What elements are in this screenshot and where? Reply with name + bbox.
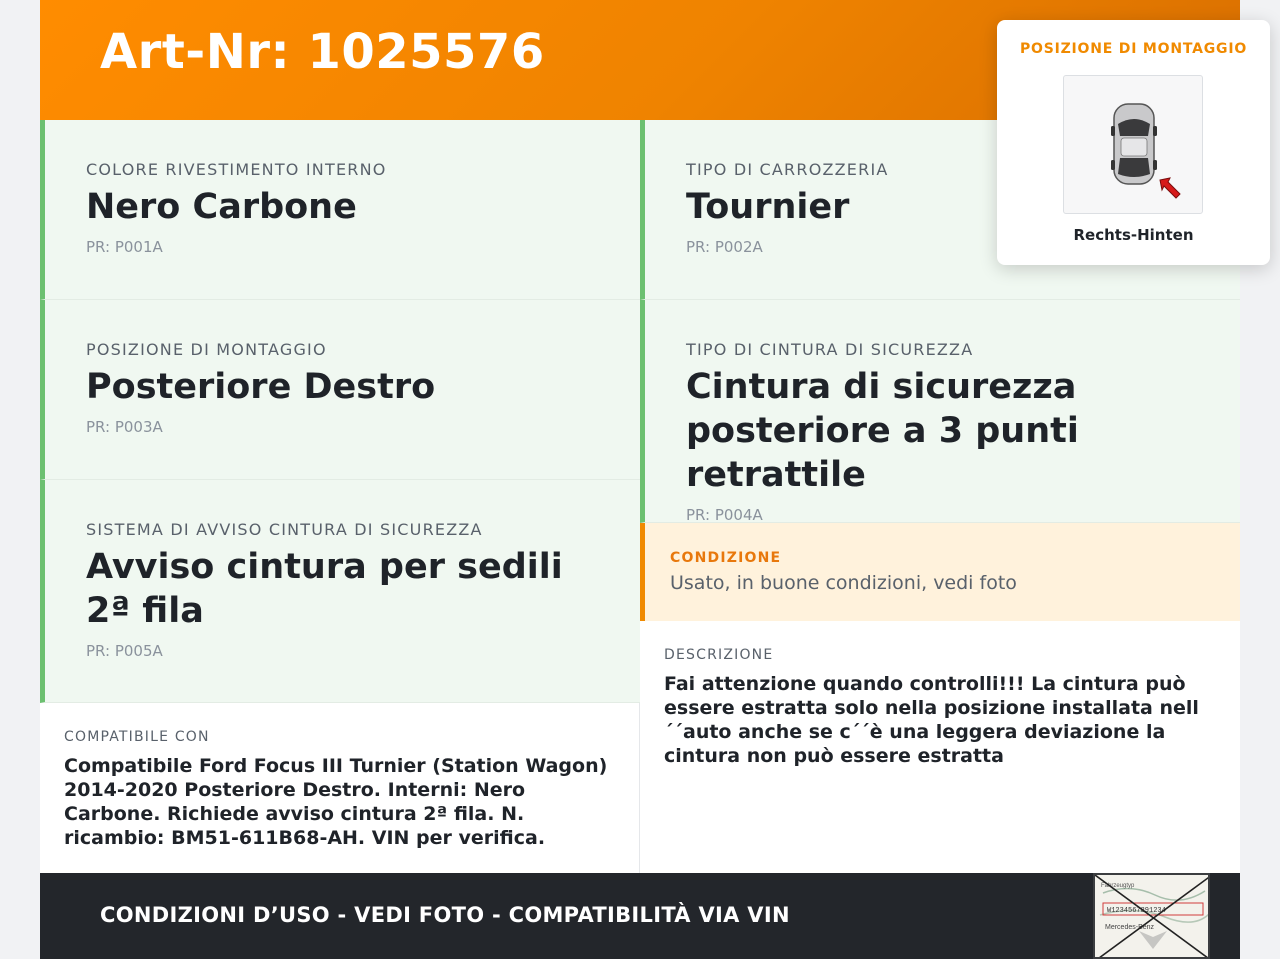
compatibility-text: Compatibile Ford Focus III Turnier (Stat…: [64, 755, 608, 849]
condition-box: CONDIZIONE Usato, in buone condizioni, v…: [640, 523, 1240, 621]
page: Art-Nr: 1025576 COLORE RIVESTIMENTO INTE…: [40, 0, 1270, 959]
description-label: DESCRIZIONE: [664, 647, 774, 663]
spec-seatbelt-type: TIPO DI CINTURA DI SICUREZZA Cintura di …: [640, 300, 1240, 524]
vin-label-image: Fahrzeugtyp W1234567891234 Mercedes-Benz: [1095, 875, 1208, 957]
spec-value: Avviso cintura per sedili 2ª fila: [86, 547, 563, 631]
vin-label-photo[interactable]: Fahrzeugtyp W1234567891234 Mercedes-Benz: [1093, 873, 1210, 959]
article-number-title: Art-Nr: 1025576: [100, 24, 545, 80]
car-position-image: [1063, 75, 1203, 214]
compatibility-box: COMPATIBILE CON Compatibile Ford Focus I…: [64, 729, 619, 850]
description-box: DESCRIZIONE Fai attenzione quando contro…: [664, 647, 1224, 768]
column-divider: [639, 703, 640, 873]
spec-pr-code: PR: P001A: [86, 238, 163, 256]
spec-value: Posteriore Destro: [86, 367, 436, 407]
popup-caption: Rechts-Hinten: [1073, 226, 1194, 244]
car-topview-icon: [1111, 103, 1181, 199]
spec-label: TIPO DI CINTURA DI SICUREZZA: [686, 340, 974, 359]
popup-title: POSIZIONE DI MONTAGGIO: [1019, 41, 1248, 57]
footer: CONDIZIONI D’USO - VEDI FOTO - COMPATIBI…: [40, 873, 1240, 959]
footer-text: CONDIZIONI D’USO - VEDI FOTO - COMPATIBI…: [100, 903, 790, 927]
stamp-line-2: W1234567891234: [1107, 907, 1166, 915]
description-text: Fai attenzione quando controlli!!! La ci…: [664, 673, 1199, 767]
compatibility-label: COMPATIBILE CON: [64, 729, 210, 745]
spec-mounting-position: POSIZIONE DI MONTAGGIO Posteriore Destro…: [40, 300, 640, 480]
spec-pr-code: PR: P004A: [686, 506, 763, 524]
spec-interior-color: COLORE RIVESTIMENTO INTERNO Nero Carbone…: [40, 120, 640, 300]
condition-label: CONDIZIONE: [670, 550, 782, 566]
spec-pr-code: PR: P005A: [86, 642, 163, 660]
spec-label: SISTEMA DI AVVISO CINTURA DI SICUREZZA: [86, 520, 483, 539]
spec-pr-code: PR: P003A: [86, 418, 163, 436]
spec-value: Cintura di sicurezza posteriore a 3 punt…: [686, 367, 1079, 495]
mounting-position-popup: POSIZIONE DI MONTAGGIO Rechts-Hinten: [997, 20, 1270, 265]
spec-label: COLORE RIVESTIMENTO INTERNO: [86, 160, 387, 179]
condition-text: Usato, in buone condizioni, vedi foto: [670, 572, 1017, 594]
spec-value: Nero Carbone: [86, 187, 357, 227]
stamp-line-3: Mercedes-Benz: [1105, 924, 1155, 931]
spec-label: POSIZIONE DI MONTAGGIO: [86, 340, 327, 359]
spec-seatbelt-warning: SISTEMA DI AVVISO CINTURA DI SICUREZZA A…: [40, 480, 640, 703]
